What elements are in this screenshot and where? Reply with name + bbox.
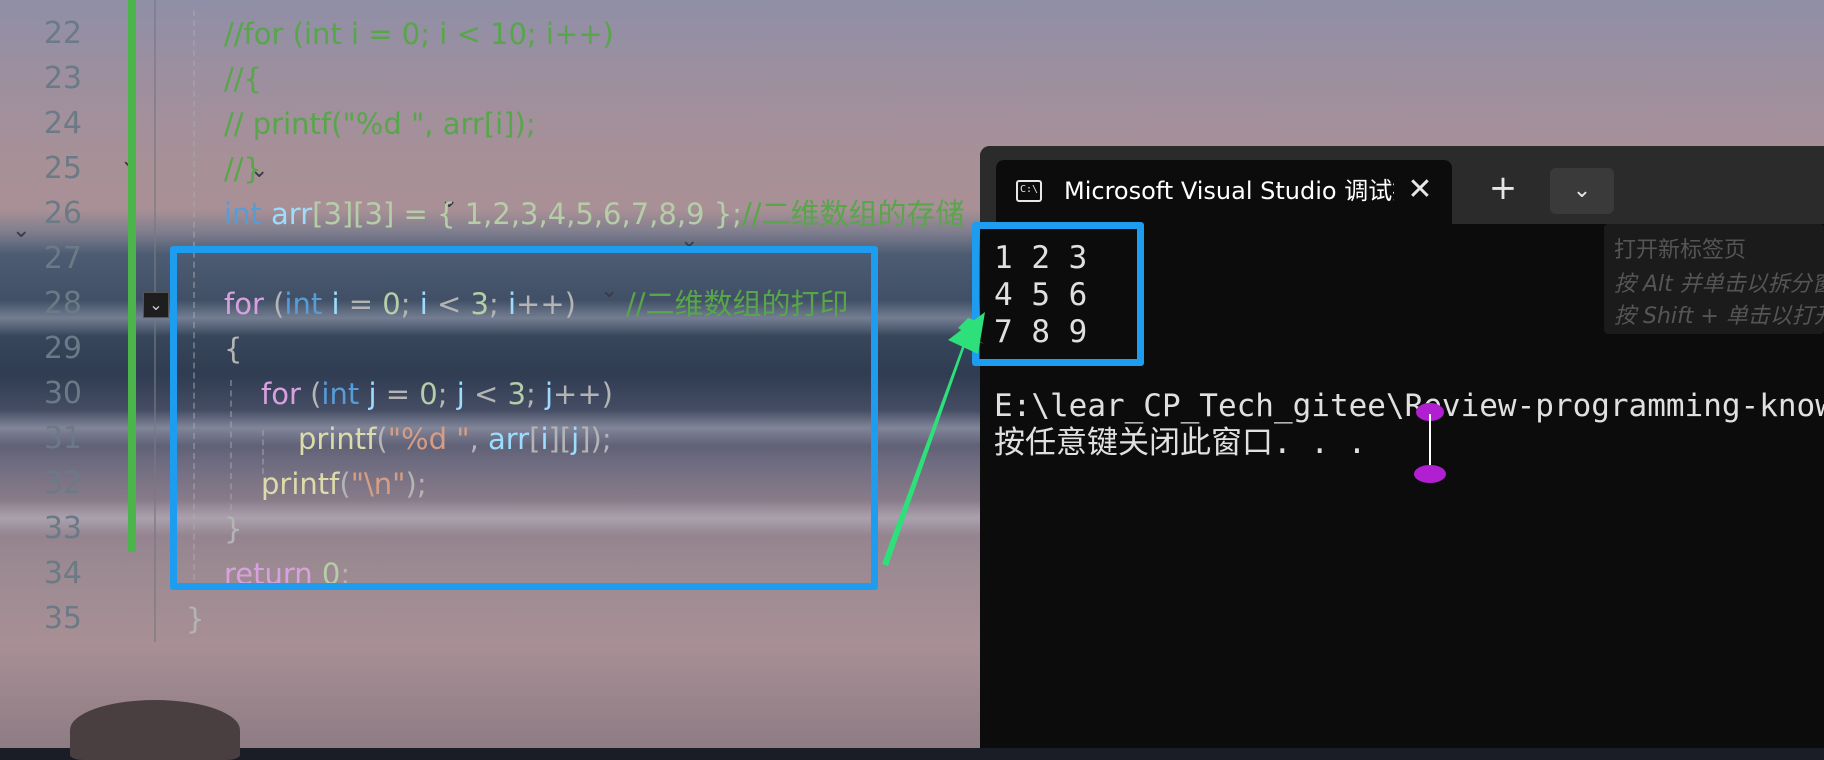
arrow-head — [948, 312, 985, 354]
annotation-arrow — [882, 312, 985, 566]
arrow-shape — [882, 318, 984, 566]
text-cursor-icon — [1414, 403, 1446, 483]
